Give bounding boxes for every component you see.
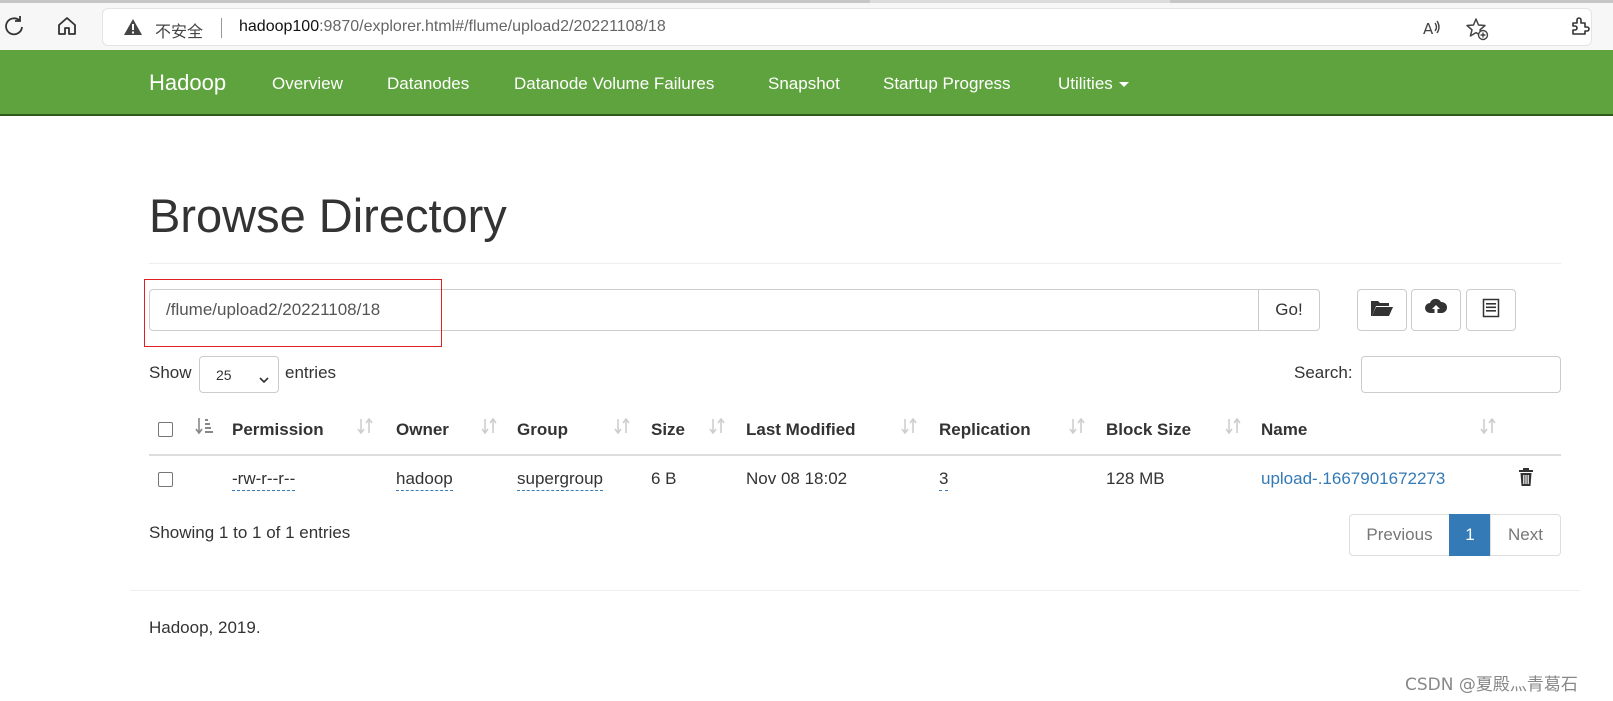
address-separator (221, 18, 222, 38)
entries-per-page-select[interactable]: 25 (199, 356, 279, 393)
row-size: 6 B (651, 469, 677, 488)
entries-label: entries (285, 363, 337, 382)
select-all-checkbox[interactable] (158, 422, 173, 437)
nav-startup-progress[interactable]: Startup Progress (883, 74, 1011, 94)
row-checkbox[interactable] (158, 472, 173, 487)
page-1-button[interactable]: 1 (1449, 514, 1491, 556)
nav-overview[interactable]: Overview (272, 74, 343, 94)
top-navbar: Hadoop Overview Datanodes Datanode Volum… (0, 50, 1613, 116)
cloud-upload-icon (1424, 298, 1448, 323)
tab-strip (0, 0, 1613, 3)
sort-icon[interactable] (709, 416, 725, 441)
address-bar[interactable]: 不安全 hadoop100:9870/explorer.html#/flume/… (102, 8, 1592, 46)
read-aloud-icon[interactable]: A (1421, 17, 1443, 44)
title-divider (149, 263, 1561, 264)
upload-file-button[interactable] (1411, 289, 1461, 331)
row-group[interactable]: supergroup (517, 469, 604, 491)
cut-paste-button[interactable] (1466, 289, 1516, 331)
home-icon[interactable] (53, 12, 81, 40)
extensions-icon[interactable] (1566, 12, 1594, 40)
sort-icon[interactable] (1225, 416, 1241, 441)
row-replication[interactable]: 3 (939, 469, 949, 491)
sort-icon[interactable] (357, 416, 373, 441)
url-text[interactable]: hadoop100:9870/explorer.html#/flume/uplo… (239, 18, 666, 36)
trash-icon[interactable] (1518, 467, 1534, 492)
nav-snapshot[interactable]: Snapshot (768, 74, 840, 94)
sort-icon[interactable] (614, 416, 630, 441)
brand-logo[interactable]: Hadoop (149, 70, 226, 96)
search-label: Search: (1294, 363, 1353, 382)
list-icon (1482, 298, 1500, 323)
row-last-modified: Nov 08 18:02 (746, 469, 848, 488)
security-label: 不安全 (155, 22, 204, 41)
warning-icon (123, 18, 143, 41)
row-permission[interactable]: -rw-r--r-- (232, 469, 296, 491)
sort-icon[interactable] (1480, 416, 1496, 441)
annotation-highlight-box (144, 279, 442, 347)
row-file-name-link[interactable]: upload-.1667901672273 (1261, 469, 1445, 489)
favorite-add-icon[interactable] (1465, 17, 1489, 46)
footer-divider (130, 590, 1580, 591)
svg-text:A: A (1423, 20, 1434, 38)
caret-down-icon (1118, 82, 1129, 88)
sort-icon[interactable] (481, 416, 497, 441)
column-header-replication[interactable]: Replication (939, 420, 1031, 440)
column-header-last-modified[interactable]: Last Modified (746, 420, 856, 440)
folder-open-icon (1370, 298, 1394, 323)
nav-datanode-volume-failures[interactable]: Datanode Volume Failures (514, 74, 714, 94)
column-header-owner[interactable]: Owner (396, 420, 449, 440)
column-header-block-size[interactable]: Block Size (1106, 420, 1191, 440)
watermark: CSDN @夏殿灬青葛石 (1405, 675, 1578, 695)
browser-toolbar: 不安全 hadoop100:9870/explorer.html#/flume/… (0, 0, 1613, 50)
nav-datanodes[interactable]: Datanodes (387, 74, 469, 94)
table-header-divider (149, 454, 1561, 456)
next-page-button[interactable]: Next (1490, 514, 1561, 556)
previous-page-button[interactable]: Previous (1349, 514, 1450, 556)
reload-icon[interactable] (0, 12, 28, 40)
sort-ascending-icon[interactable] (194, 416, 214, 441)
footer-copyright: Hadoop, 2019. (149, 618, 261, 637)
entries-summary: Showing 1 to 1 of 1 entries (149, 523, 351, 542)
column-header-size[interactable]: Size (651, 420, 685, 440)
page-title: Browse Directory (149, 189, 507, 242)
sort-icon[interactable] (901, 416, 917, 441)
nav-utilities-dropdown[interactable]: Utilities (1058, 74, 1129, 94)
search-input[interactable] (1361, 356, 1561, 393)
column-header-group[interactable]: Group (517, 420, 568, 440)
sort-icon[interactable] (1069, 416, 1085, 441)
row-block-size: 128 MB (1106, 469, 1165, 488)
show-label: Show (149, 363, 192, 382)
column-header-name[interactable]: Name (1261, 420, 1307, 440)
create-directory-button[interactable] (1357, 289, 1407, 331)
go-button[interactable]: Go! (1258, 289, 1320, 331)
row-owner[interactable]: hadoop (396, 469, 453, 491)
chevron-down-icon (258, 366, 270, 403)
column-header-permission[interactable]: Permission (232, 420, 324, 440)
